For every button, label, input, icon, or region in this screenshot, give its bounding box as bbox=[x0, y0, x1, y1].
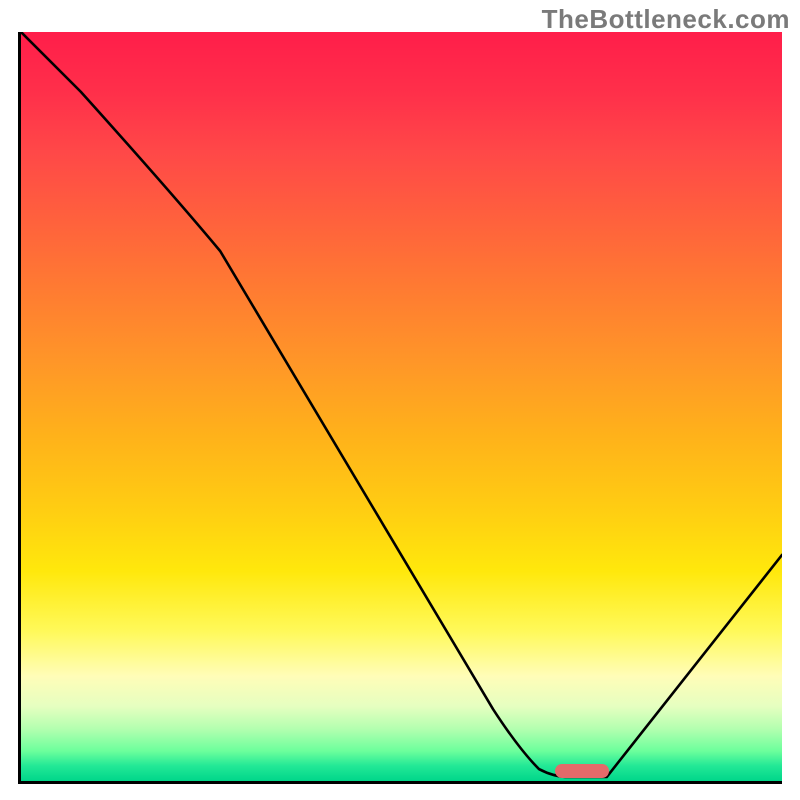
plot-area bbox=[18, 32, 782, 784]
watermark-label: TheBottleneck.com bbox=[542, 4, 790, 35]
minimum-marker bbox=[555, 764, 609, 778]
chart-canvas: TheBottleneck.com bbox=[0, 0, 800, 800]
curve-path bbox=[21, 32, 782, 777]
bottleneck-curve bbox=[21, 32, 782, 781]
